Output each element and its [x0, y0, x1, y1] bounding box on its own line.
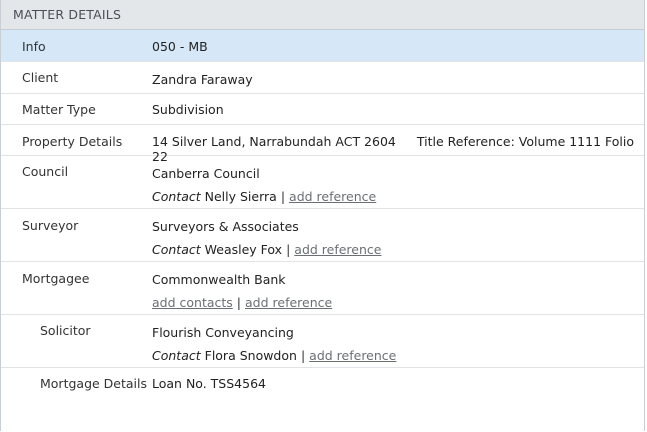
council-name: Canberra Council [152, 166, 260, 181]
client-label: Client [22, 70, 59, 85]
info-label: Info [22, 39, 46, 54]
solicitor-name: Flourish Conveyancing [152, 325, 294, 340]
row-mortgage-details: Mortgage Details Loan No. TSS4564 [1, 368, 644, 399]
surveyor-name: Surveyors & Associates [152, 219, 299, 234]
mortgage-details-value: Loan No. TSS4564 [152, 376, 266, 391]
row-surveyor: Surveyor Surveyors & Associates Contact … [1, 209, 644, 262]
surveyor-add-reference-link[interactable]: add reference [294, 242, 381, 257]
surveyor-label: Surveyor [22, 218, 79, 233]
solicitor-label: Solicitor [40, 323, 91, 338]
solicitor-contact-name: Flora Snowdon [204, 348, 297, 363]
client-value: Zandra Faraway [152, 72, 253, 87]
contact-prefix: Contact [152, 242, 201, 257]
mortgagee-links-line: add contacts | add reference [152, 295, 332, 310]
council-contact-name: Nelly Sierra [204, 189, 277, 204]
contact-prefix: Contact [152, 189, 201, 204]
row-client: Client Zandra Faraway [1, 62, 644, 94]
mortgagee-name: Commonwealth Bank [152, 272, 286, 287]
property-address: 14 Silver Land, Narrabundah ACT 2604 [152, 134, 396, 149]
surveyor-contact-line: Contact Weasley Fox | add reference [152, 242, 381, 257]
contact-prefix: Contact [152, 348, 201, 363]
info-value: 050 - MB [152, 39, 208, 54]
mortgagee-add-contacts-link[interactable]: add contacts [152, 295, 233, 310]
property-details-label: Property Details [22, 134, 123, 149]
council-value: Canberra Council Contact Nelly Sierra | ad… [152, 166, 376, 204]
separator: | [286, 242, 291, 257]
council-contact-line: Contact Nelly Sierra | add reference [152, 189, 376, 204]
mortgage-details-label: Mortgage Details [40, 376, 148, 391]
mortgagee-label: Mortgagee [22, 271, 90, 286]
matter-type-value: Subdivision [152, 102, 224, 117]
separator: | [236, 295, 242, 310]
solicitor-value: Flourish Conveyancing Contact Flora Snow… [152, 325, 396, 363]
mortgagee-add-reference-link[interactable]: add reference [245, 295, 332, 310]
mortgagee-value: Commonwealth Bank add contacts | add refer… [152, 272, 332, 310]
row-property-details: Property Details 14 Silver Land, Narrabu… [1, 125, 644, 164]
solicitor-add-reference-link[interactable]: add reference [309, 348, 396, 363]
solicitor-contact-line: Contact Flora Snowdon | add reference [152, 348, 396, 363]
panel-title: MATTER DETAILS [1, 0, 644, 30]
row-mortgagee: Mortgagee Commonwealth Bank add contacts… [1, 262, 644, 315]
matter-type-label: Matter Type [22, 102, 96, 117]
surveyor-contact-name: Weasley Fox [204, 242, 283, 257]
row-info[interactable]: Info 050 - MB [1, 30, 644, 62]
council-label: Council [22, 164, 69, 179]
matter-details-panel: MATTER DETAILS Info 050 - MB Client Zand… [0, 0, 645, 431]
separator: | [300, 348, 306, 363]
row-solicitor: Solicitor Flourish Conveyancing Contact … [1, 315, 644, 368]
row-council: Council Canberra Council Contact Nelly S… [1, 156, 644, 209]
council-add-reference-link[interactable]: add reference [289, 189, 376, 204]
surveyor-value: Surveyors & Associates Contact Weasley F… [152, 219, 381, 257]
separator: | [280, 189, 286, 204]
row-matter-type: Matter Type Subdivision [1, 94, 644, 125]
